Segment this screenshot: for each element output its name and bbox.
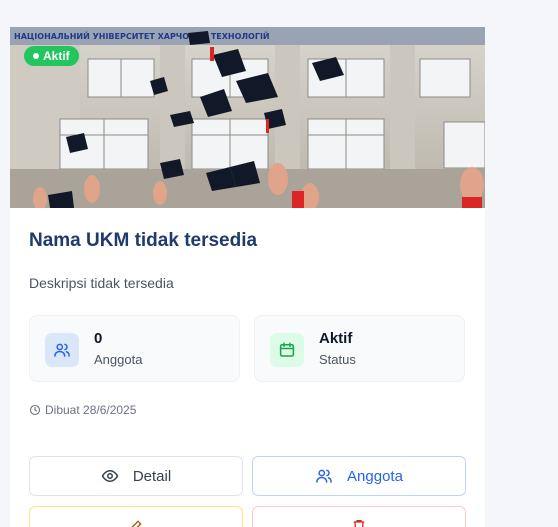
ukm-card: НАЦІОНАЛЬНИЙ УНІВЕРСИТЕТ ХАРЧОВИХ ТЕХНОЛ… (10, 27, 485, 527)
members-count: 0 (94, 330, 103, 347)
members-label: Anggota (94, 352, 143, 367)
ukm-title: Nama UKM tidak tersedia (29, 230, 258, 251)
users-icon (316, 469, 332, 483)
calendar-icon (270, 333, 304, 367)
hero-caption: НАЦІОНАЛЬНИЙ УНІВЕРСИТЕТ ХАРЧОВИХ ТЕХНОЛ… (14, 30, 270, 41)
members-button[interactable]: Anggota (252, 456, 466, 496)
status-label: Status (319, 352, 356, 367)
hero-image: НАЦІОНАЛЬНИЙ УНІВЕРСИТЕТ ХАРЧОВИХ ТЕХНОЛ… (10, 27, 485, 208)
members-stat: 0 Anggota (29, 315, 240, 382)
status-badge: Aktif (24, 46, 79, 66)
users-icon (45, 333, 79, 367)
created-date: Dibuat 28/6/2025 (29, 403, 136, 417)
graduation-photo: НАЦІОНАЛЬНИЙ УНІВЕРСИТЕТ ХАРЧОВИХ ТЕХНОЛ… (10, 27, 485, 208)
edit-icon (131, 520, 142, 527)
status-dot-icon (33, 53, 39, 59)
edit-button[interactable] (29, 506, 243, 527)
members-button-label: Anggota (347, 467, 403, 485)
eye-icon (101, 470, 119, 482)
status-badge-label: Aktif (43, 49, 70, 63)
clock-icon (29, 404, 41, 416)
detail-button[interactable]: Detail (29, 456, 243, 496)
created-date-text: Dibuat 28/6/2025 (45, 403, 137, 417)
status-value: Aktif (319, 330, 353, 347)
status-stat: Aktif Status (254, 315, 465, 382)
trash-icon (353, 520, 365, 527)
delete-button[interactable] (252, 506, 466, 527)
ukm-description: Deskripsi tidak tersedia (29, 275, 174, 291)
detail-button-label: Detail (132, 467, 172, 485)
